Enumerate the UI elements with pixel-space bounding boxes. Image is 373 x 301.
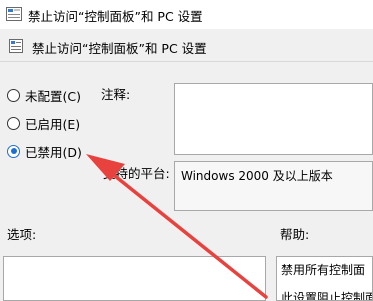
- radio-enabled[interactable]: 已启用(E): [7, 114, 147, 132]
- radio-label: 未配置(C): [25, 88, 81, 104]
- radio-label: 已启用(E): [25, 116, 81, 132]
- options-panel: [3, 256, 266, 301]
- platform-label: 支持的平台:: [103, 166, 170, 181]
- options-label: 选项:: [7, 227, 37, 242]
- radio-circle[interactable]: [7, 88, 20, 102]
- title-bar: 禁止访问“控制面板”和 PC 设置: [0, 0, 373, 29]
- policy-setting-icon: [9, 39, 23, 53]
- header-divider: [0, 61, 373, 62]
- radio-circle[interactable]: [7, 116, 20, 130]
- policy-settings-icon: [6, 7, 22, 21]
- policy-header: 禁止访问“控制面板”和 PC 设置: [0, 30, 373, 60]
- comment-textarea[interactable]: [174, 83, 373, 155]
- radio-label: 已禁用(D): [25, 144, 82, 160]
- help-label: 帮助:: [280, 227, 310, 242]
- platform-field: Windows 2000 及以上版本: [174, 161, 373, 211]
- window-title: 禁止访问“控制面板”和 PC 设置: [28, 9, 203, 24]
- help-text-line: 此设置阻止控制面: [281, 291, 373, 301]
- platform-value: Windows 2000 及以上版本: [181, 169, 333, 183]
- comment-label: 注释:: [101, 87, 131, 102]
- radio-disabled[interactable]: 已禁用(D): [7, 142, 147, 160]
- help-text-line: 禁用所有控制面: [281, 263, 366, 277]
- radio-circle-selected[interactable]: [7, 144, 20, 158]
- policy-heading: 禁止访问“控制面板”和 PC 设置: [32, 41, 207, 56]
- help-panel[interactable]: 禁用所有控制面 此设置阻止控制面: [276, 256, 373, 301]
